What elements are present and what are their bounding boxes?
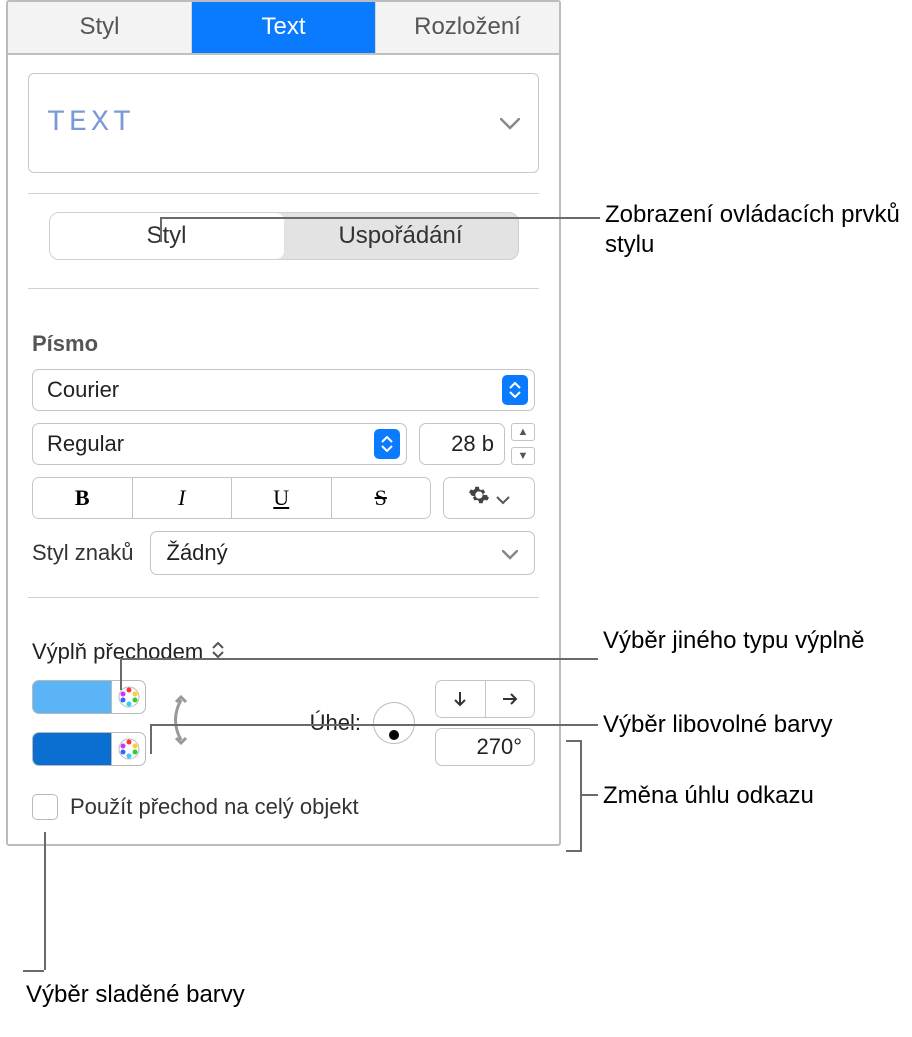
divider (28, 193, 539, 194)
popup-arrows-icon (502, 375, 528, 405)
gradient-color-2-swatch[interactable] (32, 732, 112, 766)
leader-line (160, 217, 162, 242)
tab-layout[interactable]: Rozložení (376, 2, 559, 53)
font-style-value: Regular (47, 431, 124, 457)
font-size-field[interactable]: 28 b (419, 423, 505, 465)
font-style-popup[interactable]: Regular (32, 423, 407, 465)
angle-dial[interactable] (373, 702, 415, 744)
font-size-stepper[interactable]: ▲ ▼ (511, 423, 535, 465)
leader-line (120, 658, 122, 690)
char-style-label: Styl znaků (32, 540, 134, 566)
step-up-icon[interactable]: ▲ (511, 423, 535, 441)
font-family-value: Courier (47, 377, 119, 403)
direction-down-button[interactable] (436, 681, 486, 717)
leader-line (150, 724, 598, 726)
popup-arrows-icon (211, 638, 225, 666)
arrow-down-icon (452, 690, 468, 708)
leader-line (160, 217, 600, 219)
gradient-color-1-swatch[interactable] (32, 680, 112, 714)
apply-whole-object-label: Použít přechod na celý objekt (70, 794, 359, 820)
gradient-swatches (32, 680, 146, 766)
callout-any-color: Výběr libovolné barvy (603, 710, 832, 740)
angle-label: Úhel: (310, 710, 361, 736)
char-style-popup[interactable]: Žádný (150, 531, 536, 575)
underline-button[interactable]: U (232, 478, 332, 518)
callout-fill-type: Výběr jiného typu výplně (603, 626, 865, 656)
leader-line (582, 794, 598, 796)
char-style-value: Žádný (167, 540, 228, 566)
text-style-buttons: B I U S (32, 477, 431, 519)
step-down-icon[interactable]: ▼ (511, 447, 535, 465)
style-arrange-segment: Styl Uspořádání (49, 212, 519, 260)
tab-style[interactable]: Styl (8, 2, 192, 53)
bold-button[interactable]: B (33, 478, 133, 518)
leader-bracket (566, 740, 582, 852)
swap-colors-button[interactable] (166, 694, 196, 752)
divider (28, 288, 539, 289)
gear-icon (468, 484, 490, 512)
chevron-down-icon (496, 485, 510, 511)
inspector-panel: Styl Text Rozložení TEXT Styl Uspořádání… (6, 0, 561, 846)
callout-style-controls: Zobrazení ovládacích prvků stylu (605, 200, 912, 260)
callout-angle-change: Změna úhlu odkazu (603, 781, 814, 811)
leader-line (44, 832, 46, 970)
apply-whole-object-checkbox[interactable] (32, 794, 58, 820)
font-family-popup[interactable]: Courier (32, 369, 535, 411)
color-picker-button-1[interactable] (112, 680, 146, 714)
strike-button[interactable]: S (332, 478, 431, 518)
chevron-down-icon (502, 540, 518, 566)
paragraph-style-picker[interactable]: TEXT (28, 73, 539, 173)
italic-button[interactable]: I (133, 478, 233, 518)
color-picker-button-2[interactable] (112, 732, 146, 766)
angle-field[interactable]: 270° (435, 728, 535, 766)
leader-line (23, 970, 44, 972)
color-wheel-icon (118, 738, 140, 760)
tab-text[interactable]: Text (192, 2, 376, 53)
chevron-down-icon (500, 110, 520, 136)
arrow-right-icon (501, 691, 519, 707)
leader-line (120, 658, 598, 660)
divider (28, 597, 539, 598)
top-tabs: Styl Text Rozložení (8, 2, 559, 55)
advanced-options-button[interactable] (443, 477, 535, 519)
paragraph-style-label: TEXT (47, 106, 135, 140)
segment-arrange[interactable]: Uspořádání (284, 213, 518, 259)
segment-style[interactable]: Styl (50, 213, 284, 259)
font-section-label: Písmo (32, 331, 559, 357)
fill-type-value: Výplň přechodem (32, 639, 203, 665)
popup-arrows-icon (374, 429, 400, 459)
direction-right-button[interactable] (486, 681, 535, 717)
direction-segment (435, 680, 535, 718)
leader-line (150, 724, 152, 754)
callout-matched-color: Výběr sladěné barvy (26, 980, 245, 1010)
fill-type-popup[interactable]: Výplň přechodem (32, 638, 559, 666)
